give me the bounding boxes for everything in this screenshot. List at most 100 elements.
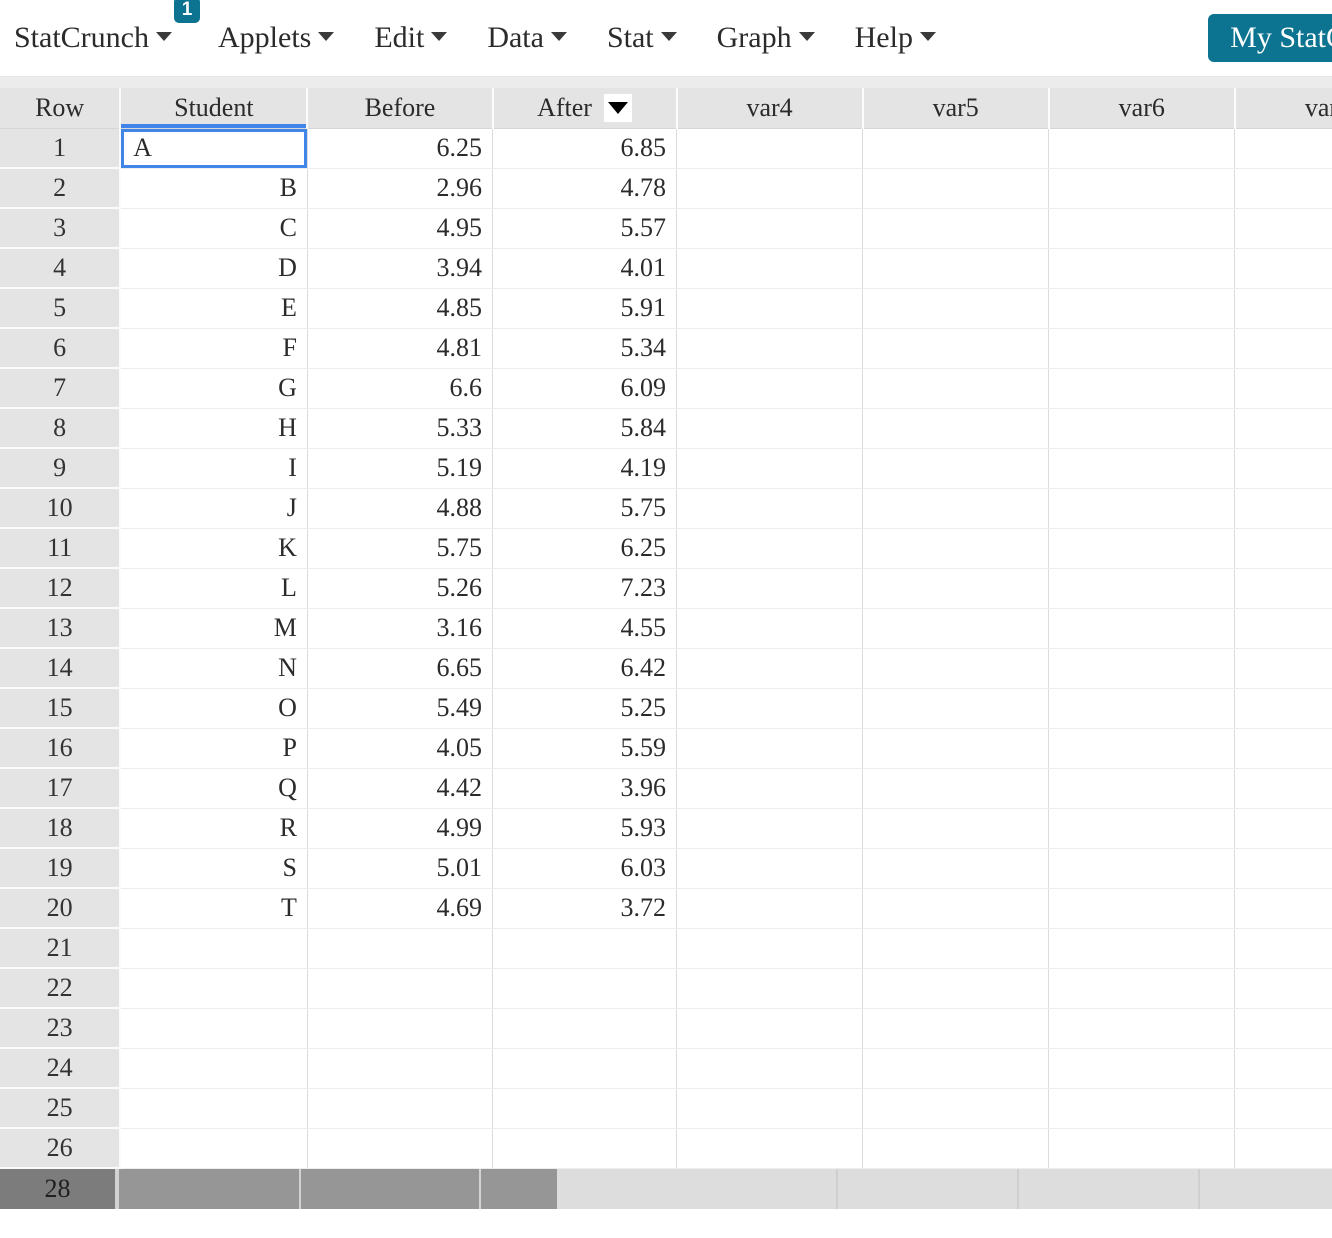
table-cell[interactable]: G — [120, 368, 308, 409]
table-cell[interactable] — [1048, 1008, 1236, 1049]
table-cell[interactable]: 5.93 — [492, 808, 678, 849]
table-cell[interactable] — [676, 848, 864, 889]
horizontal-scrollbar[interactable]: 28 — [0, 1169, 1332, 1209]
table-cell[interactable]: 3.72 — [492, 888, 678, 929]
table-cell[interactable]: 5.57 — [492, 208, 678, 249]
menu-statcrunch[interactable]: StatCrunch 1 — [14, 0, 200, 53]
table-cell[interactable]: 6.25 — [307, 128, 494, 169]
table-cell[interactable] — [862, 368, 1050, 409]
table-cell[interactable] — [676, 968, 864, 1009]
table-cell[interactable] — [492, 1088, 678, 1129]
row-header-cell[interactable]: 10 — [0, 488, 122, 529]
table-cell[interactable] — [120, 1088, 308, 1129]
table-cell[interactable]: 5.19 — [307, 448, 494, 489]
table-cell[interactable] — [862, 328, 1050, 369]
menu-applets[interactable]: Applets — [218, 22, 335, 53]
table-cell[interactable]: 4.05 — [307, 728, 494, 769]
column-header-before[interactable]: Before — [307, 88, 494, 129]
row-header-cell[interactable]: 22 — [0, 968, 122, 1009]
row-header-cell[interactable]: 18 — [0, 808, 122, 849]
table-cell[interactable] — [1234, 328, 1332, 369]
table-cell[interactable] — [676, 528, 864, 569]
table-cell[interactable] — [1234, 1128, 1332, 1169]
table-cell[interactable] — [1048, 128, 1236, 169]
row-header-cell[interactable]: 2 — [0, 168, 122, 209]
table-cell[interactable] — [862, 968, 1050, 1009]
table-cell[interactable] — [1048, 248, 1236, 289]
table-cell[interactable]: B — [120, 168, 308, 209]
table-cell[interactable] — [676, 208, 864, 249]
row-header-cell[interactable]: 24 — [0, 1048, 122, 1089]
table-cell[interactable]: 5.01 — [307, 848, 494, 889]
table-cell[interactable] — [1234, 288, 1332, 329]
table-cell[interactable] — [1234, 928, 1332, 969]
table-cell[interactable] — [676, 1128, 864, 1169]
table-cell[interactable] — [120, 968, 308, 1009]
table-cell[interactable] — [676, 328, 864, 369]
table-cell[interactable]: 5.25 — [492, 688, 678, 729]
table-cell[interactable] — [1234, 848, 1332, 889]
table-cell[interactable] — [1048, 808, 1236, 849]
table-cell[interactable]: 2.96 — [307, 168, 494, 209]
row-header-cell[interactable]: 13 — [0, 608, 122, 649]
table-cell[interactable]: C — [120, 208, 308, 249]
table-cell[interactable]: I — [120, 448, 308, 489]
table-cell[interactable] — [1234, 768, 1332, 809]
table-cell[interactable] — [492, 1128, 678, 1169]
table-cell[interactable]: N — [120, 648, 308, 689]
menu-help[interactable]: Help — [855, 22, 936, 53]
table-cell[interactable] — [676, 248, 864, 289]
table-cell[interactable] — [1048, 528, 1236, 569]
row-header-cell[interactable]: 15 — [0, 688, 122, 729]
table-cell[interactable] — [1234, 568, 1332, 609]
row-header-cell[interactable]: 6 — [0, 328, 122, 369]
row-header-cell[interactable]: 8 — [0, 408, 122, 449]
table-cell[interactable] — [1048, 1128, 1236, 1169]
table-cell[interactable] — [1048, 408, 1236, 449]
table-cell[interactable] — [676, 688, 864, 729]
table-cell[interactable] — [1048, 568, 1236, 609]
table-cell[interactable] — [1048, 928, 1236, 969]
table-cell[interactable] — [120, 1128, 308, 1169]
row-header-cell[interactable]: 25 — [0, 1088, 122, 1129]
table-cell[interactable] — [1234, 128, 1332, 169]
table-cell[interactable] — [862, 128, 1050, 169]
table-cell[interactable]: 6.25 — [492, 528, 678, 569]
table-cell[interactable]: 3.94 — [307, 248, 494, 289]
table-cell[interactable] — [862, 648, 1050, 689]
table-cell[interactable] — [862, 168, 1050, 209]
row-header-cell[interactable]: 1 — [0, 128, 122, 169]
table-cell[interactable]: H — [120, 408, 308, 449]
table-cell[interactable]: 6.85 — [492, 128, 678, 169]
table-cell[interactable] — [1048, 368, 1236, 409]
table-cell[interactable] — [492, 928, 678, 969]
row-header-cell[interactable]: 23 — [0, 1008, 122, 1049]
table-cell[interactable] — [676, 288, 864, 329]
menu-graph[interactable]: Graph — [717, 22, 815, 53]
table-cell[interactable]: 4.78 — [492, 168, 678, 209]
table-cell[interactable]: D — [120, 248, 308, 289]
table-cell[interactable] — [1234, 168, 1332, 209]
table-cell[interactable] — [1048, 768, 1236, 809]
table-cell[interactable] — [492, 968, 678, 1009]
table-cell[interactable] — [676, 128, 864, 169]
table-cell[interactable] — [676, 888, 864, 929]
table-cell[interactable]: R — [120, 808, 308, 849]
table-cell[interactable] — [1048, 328, 1236, 369]
table-cell[interactable] — [676, 408, 864, 449]
table-cell[interactable] — [862, 928, 1050, 969]
table-cell[interactable] — [1048, 1088, 1236, 1129]
table-cell[interactable] — [1048, 1048, 1236, 1089]
table-cell[interactable]: 4.81 — [307, 328, 494, 369]
table-cell[interactable] — [1234, 728, 1332, 769]
table-cell[interactable]: 4.42 — [307, 768, 494, 809]
row-header-cell[interactable]: 11 — [0, 528, 122, 569]
table-cell[interactable]: 5.26 — [307, 568, 494, 609]
table-cell[interactable] — [1048, 168, 1236, 209]
table-cell[interactable] — [307, 1048, 494, 1089]
table-cell[interactable] — [1048, 888, 1236, 929]
table-cell[interactable] — [862, 208, 1050, 249]
table-cell[interactable] — [862, 888, 1050, 929]
table-cell[interactable] — [307, 1008, 494, 1049]
table-cell[interactable]: 5.33 — [307, 408, 494, 449]
